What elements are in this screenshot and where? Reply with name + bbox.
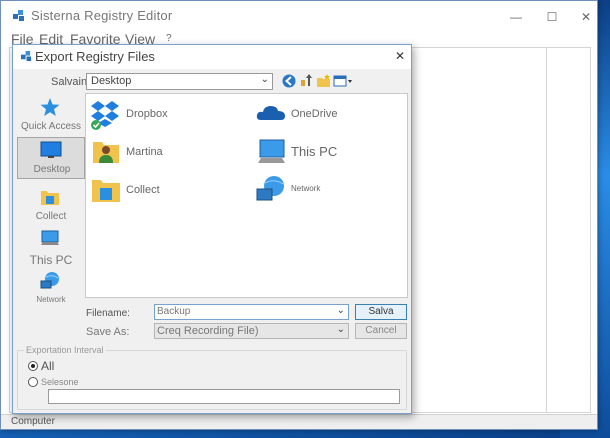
- onedrive-icon: [256, 106, 285, 120]
- save-in-value: Desktop: [91, 75, 132, 87]
- dropbox-icon: [91, 101, 119, 130]
- dialog-close-button[interactable]: ✕: [391, 47, 409, 65]
- chevron-down-icon: ⌄: [336, 305, 345, 316]
- registry-editor-icon: [13, 10, 24, 21]
- place-label: Network: [36, 295, 66, 304]
- menu-help[interactable]: ?: [166, 33, 172, 44]
- library-icon: [92, 180, 120, 202]
- file-item-network[interactable]: Network: [251, 172, 401, 208]
- branch-path-input[interactable]: [48, 389, 400, 404]
- main-window-title: Sisterna Registry Editor: [31, 8, 173, 23]
- filename-value: Backup: [157, 306, 191, 317]
- place-label: Desktop: [33, 164, 71, 175]
- registry-editor-icon: [21, 51, 32, 62]
- export-dialog: Export Registry Files ✕ Salvain Desktop …: [12, 44, 412, 414]
- user-folder-icon: [93, 142, 119, 163]
- filename-label: Filename:: [86, 308, 130, 319]
- save-as-value: Creq Recording File): [157, 325, 259, 337]
- computer-icon: [258, 139, 285, 163]
- filename-input[interactable]: Backup ⌄: [154, 304, 349, 320]
- save-button[interactable]: Salva: [355, 304, 407, 320]
- status-path: Computer: [11, 416, 55, 427]
- computer-icon: [41, 230, 59, 245]
- minimize-button[interactable]: —: [501, 7, 531, 27]
- star-icon: [40, 98, 60, 116]
- view-menu-icon[interactable]: [333, 73, 353, 89]
- place-collect[interactable]: Collect: [17, 185, 85, 225]
- export-interval-legend: Exportation Interval: [24, 345, 106, 355]
- maximize-button[interactable]: ☐: [537, 7, 567, 27]
- places-bar: Quick Access Desktop Collect This PC Net…: [17, 95, 85, 347]
- radio-selected-dot: [31, 364, 35, 368]
- radio-selected-branch[interactable]: [28, 377, 38, 387]
- file-label: Dropbox: [126, 108, 168, 120]
- radio-selected-branch-label[interactable]: Selesone: [41, 377, 79, 387]
- back-arrow-icon[interactable]: [281, 73, 297, 89]
- file-item-onedrive[interactable]: OneDrive: [251, 96, 401, 132]
- place-network[interactable]: Network: [17, 269, 85, 309]
- dialog-title: Export Registry Files: [35, 49, 155, 64]
- radio-all-label[interactable]: All: [41, 359, 54, 373]
- dialog-titlebar[interactable]: Export Registry Files ✕: [13, 45, 411, 69]
- up-folder-icon[interactable]: [299, 73, 315, 89]
- save-as-label: Save As:: [86, 326, 130, 338]
- file-item-dropbox[interactable]: Dropbox: [86, 96, 236, 132]
- place-this-pc[interactable]: This PC: [17, 227, 85, 267]
- place-quick-access[interactable]: Quick Access: [17, 95, 85, 135]
- file-label: This PC: [291, 144, 338, 159]
- desktop-icon: [40, 141, 62, 158]
- network-icon: [256, 176, 284, 201]
- status-bar: Computer: [1, 414, 597, 429]
- place-label: Quick Access: [20, 121, 82, 132]
- library-icon: [41, 191, 59, 205]
- place-desktop[interactable]: Desktop: [17, 137, 85, 179]
- file-list[interactable]: Dropbox OneDrive Martina This PC Collect…: [85, 93, 408, 298]
- network-icon: [40, 272, 59, 289]
- file-item-martina[interactable]: Martina: [86, 134, 236, 170]
- place-label: This PC: [29, 253, 73, 267]
- file-label: Martina: [126, 146, 163, 158]
- cancel-button[interactable]: Cancel: [355, 323, 407, 339]
- export-interval-group: Exportation Interval All Selesone: [17, 345, 407, 410]
- file-label: Network: [291, 184, 321, 193]
- chevron-down-icon: ⌄: [260, 74, 269, 85]
- file-item-collect[interactable]: Collect: [86, 172, 236, 208]
- radio-all[interactable]: [28, 361, 38, 371]
- main-titlebar[interactable]: Sisterna Registry Editor — ☐ ✕: [1, 1, 597, 31]
- save-as-dropdown[interactable]: Creq Recording File) ⌄: [154, 323, 349, 339]
- pane-divider[interactable]: [546, 47, 547, 413]
- file-label: OneDrive: [291, 108, 338, 120]
- save-in-label: Salvain: [51, 76, 88, 88]
- file-item-this-pc[interactable]: This PC: [251, 134, 401, 170]
- file-label: Collect: [126, 184, 160, 196]
- save-in-dropdown[interactable]: Desktop ⌄: [86, 73, 273, 90]
- new-folder-icon[interactable]: [316, 73, 332, 89]
- close-button[interactable]: ✕: [571, 7, 601, 27]
- place-label: Collect: [35, 211, 67, 222]
- chevron-down-icon: ⌄: [336, 324, 345, 335]
